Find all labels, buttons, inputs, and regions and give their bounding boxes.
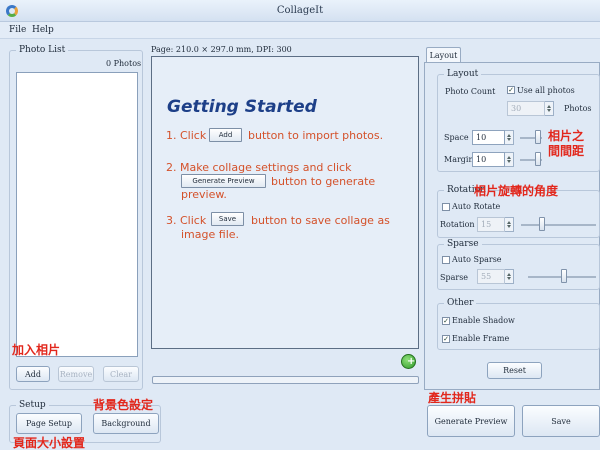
annotation-background: 背景色設定 bbox=[93, 398, 154, 412]
other-group-label: Other bbox=[444, 298, 477, 308]
step3-post: button to save collage as bbox=[251, 214, 390, 227]
page-info: Page: 210.0 × 297.0 mm, DPI: 300 bbox=[151, 45, 292, 54]
photo-list-label: Photo List bbox=[16, 45, 69, 55]
setup-label: Setup bbox=[16, 400, 49, 410]
margin-stepper[interactable] bbox=[505, 152, 514, 167]
auto-rotate-label: Auto Rotate bbox=[452, 202, 501, 211]
remove-button[interactable]: Remove bbox=[58, 366, 94, 382]
enable-shadow-checkbox[interactable]: ✓ bbox=[442, 317, 450, 325]
preview-canvas: Getting Started 1. Click Add button to i… bbox=[151, 56, 419, 349]
space-label: Space bbox=[444, 133, 469, 142]
use-all-photos-label: Use all photos bbox=[517, 86, 575, 95]
title-bar: CollageIt bbox=[0, 0, 600, 22]
rotation-slider-thumb[interactable] bbox=[539, 217, 545, 231]
step1-text: 1. Click bbox=[166, 129, 207, 142]
clear-button[interactable]: Clear bbox=[103, 366, 139, 382]
rotation-field-label: Rotation bbox=[440, 220, 475, 229]
auto-rotate-checkbox[interactable] bbox=[442, 203, 450, 211]
page-setup-button[interactable]: Page Setup bbox=[16, 413, 82, 434]
rotation-input[interactable]: 15 bbox=[477, 217, 505, 232]
step2-generate-button: Generate Preview bbox=[181, 174, 266, 188]
background-button[interactable]: Background bbox=[93, 413, 159, 434]
margin-label: Margin bbox=[444, 155, 474, 164]
use-all-photos-checkbox[interactable]: ✓ bbox=[507, 86, 515, 94]
sparse-slider-thumb[interactable] bbox=[561, 269, 567, 283]
enable-shadow-label: Enable Shadow bbox=[452, 316, 515, 325]
step3-text: 3. Click bbox=[166, 214, 207, 227]
photos-unit-label: Photos bbox=[564, 104, 592, 113]
getting-started-title: Getting Started bbox=[167, 97, 317, 117]
step3-save-button: Save bbox=[211, 212, 244, 226]
sparse-stepper[interactable] bbox=[505, 269, 514, 284]
generate-preview-button[interactable]: Generate Preview bbox=[427, 405, 515, 437]
annotation-generate: 產生拼貼 bbox=[428, 391, 477, 405]
photo-count-text: 0 Photos bbox=[106, 59, 142, 68]
sparse-group-label: Sparse bbox=[444, 239, 482, 249]
menu-help[interactable]: Help bbox=[32, 25, 54, 35]
step1-add-button: Add bbox=[209, 128, 242, 142]
rotation-slider-track bbox=[521, 224, 596, 226]
margin-slider-thumb[interactable] bbox=[535, 152, 541, 166]
sparse-group: Sparse bbox=[437, 239, 600, 290]
sparse-field-label: Sparse bbox=[440, 273, 469, 282]
auto-sparse-label: Auto Sparse bbox=[452, 255, 502, 264]
annotation-rotation: 相片旋轉的角度 bbox=[474, 184, 559, 198]
enable-frame-label: Enable Frame bbox=[452, 334, 510, 343]
enable-frame-checkbox[interactable]: ✓ bbox=[442, 335, 450, 343]
step2-line3: preview. bbox=[181, 188, 227, 201]
photo-count-input[interactable]: 30 bbox=[507, 101, 545, 116]
space-slider-thumb[interactable] bbox=[535, 130, 541, 144]
auto-sparse-checkbox[interactable] bbox=[442, 256, 450, 264]
menu-bar: File Help bbox=[0, 22, 600, 39]
margin-input[interactable]: 10 bbox=[472, 152, 505, 167]
menu-file[interactable]: File bbox=[9, 25, 26, 35]
reset-button[interactable]: Reset bbox=[487, 362, 542, 379]
add-button[interactable]: Add bbox=[16, 366, 50, 382]
photo-count-stepper[interactable] bbox=[545, 101, 554, 116]
save-button[interactable]: Save bbox=[522, 405, 600, 437]
window-title: CollageIt bbox=[276, 5, 324, 16]
space-input[interactable]: 10 bbox=[472, 130, 505, 145]
photo-count-label: Photo Count bbox=[445, 87, 496, 96]
step2-post: button to generate bbox=[271, 175, 376, 188]
sparse-input[interactable]: 55 bbox=[477, 269, 505, 284]
step1-post: button to import photos. bbox=[248, 129, 384, 142]
step2-text: 2. Make collage settings and click bbox=[166, 161, 352, 174]
layout-group-label: Layout bbox=[444, 69, 482, 79]
tab-layout[interactable]: Layout bbox=[426, 47, 461, 63]
rotation-stepper[interactable] bbox=[505, 217, 514, 232]
progress-bar bbox=[152, 376, 419, 384]
annotation-page-size: 頁面大小設置 bbox=[13, 436, 86, 450]
space-stepper[interactable] bbox=[505, 130, 514, 145]
photo-list-box[interactable] bbox=[16, 72, 138, 357]
step3-line2: image file. bbox=[181, 228, 240, 241]
zoom-in-icon[interactable]: + bbox=[401, 354, 416, 369]
annotation-spacing-line2: 間間距 bbox=[548, 144, 585, 158]
annotation-add-photos: 加入相片 bbox=[12, 343, 61, 357]
